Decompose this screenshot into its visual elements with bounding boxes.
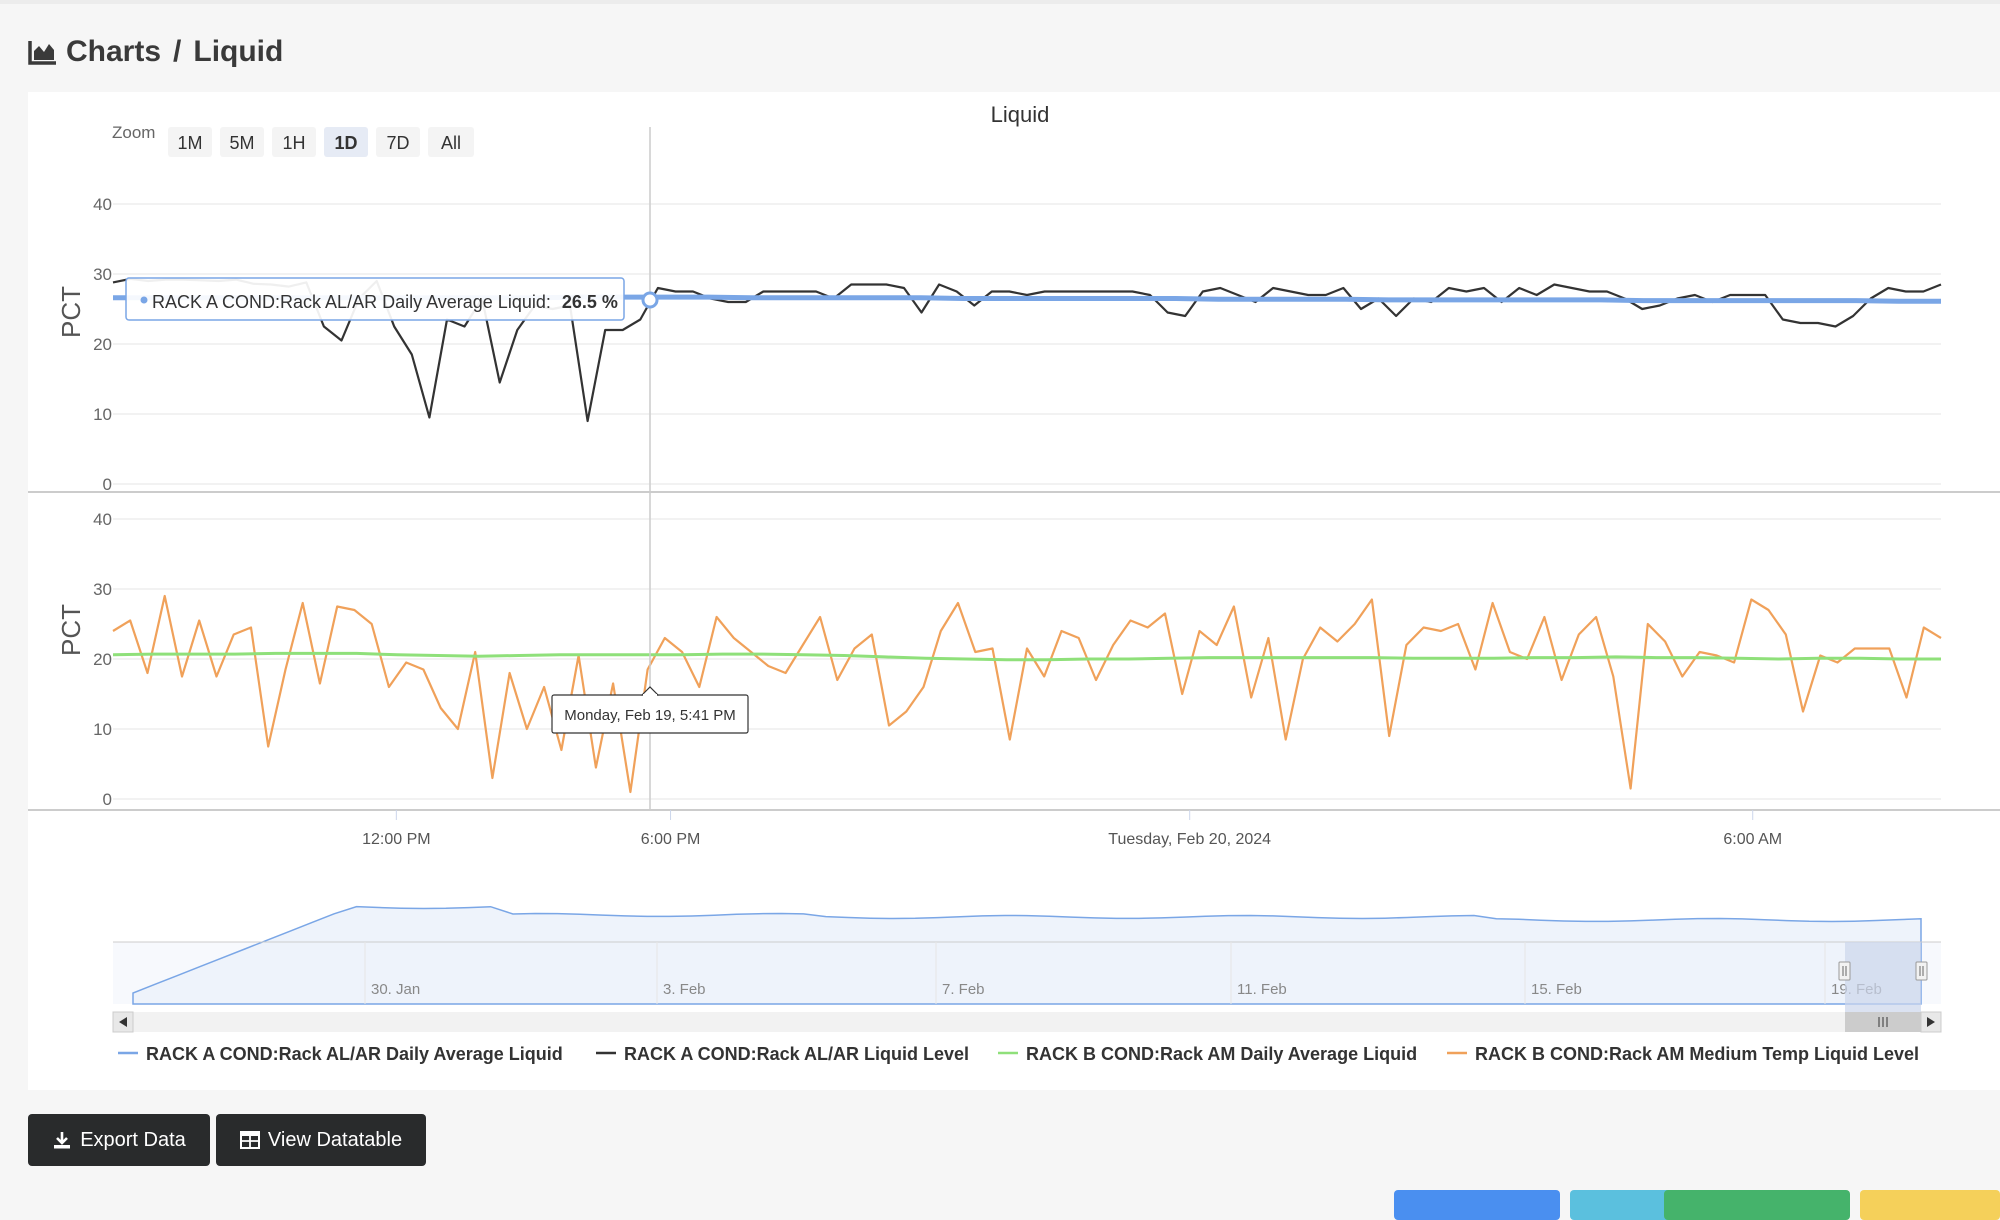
table-icon: [239, 1131, 260, 1149]
zoom-option-label: 1H: [282, 133, 305, 153]
x-axis: 12:00 PM 6:00 PM Tuesday, Feb 20, 2024 6:00…: [362, 810, 1782, 848]
y-tick-label: 40: [93, 510, 112, 529]
view-datatable-label: View Datatable: [267, 1128, 403, 1151]
x-tick-label: 12:00 PM: [362, 831, 430, 848]
navigator-handle-left[interactable]: [1838, 961, 1851, 981]
area-chart-icon: [28, 41, 56, 65]
x-tick-label: 6:00 PM: [641, 831, 701, 848]
y-tick-label: 30: [93, 580, 112, 599]
breadcrumb-separator: /: [173, 35, 182, 68]
navigator-handle-right[interactable]: [1915, 961, 1928, 981]
legend-item-0[interactable]: RACK A COND:Rack AL/AR Daily Average Liq…: [118, 1044, 563, 1064]
zoom-all-button[interactable]: All: [428, 127, 474, 157]
breadcrumb: Charts / Liquid: [28, 32, 283, 72]
tooltip-value: 26.5 %: [562, 292, 618, 312]
top-border: [0, 0, 2000, 4]
legend-item-2[interactable]: RACK B COND:Rack AM Daily Average Liquid: [998, 1044, 1417, 1064]
y-tick-label: 30: [93, 265, 112, 284]
pane1-ylabel: PCT: [56, 286, 86, 338]
zoom-1m-button[interactable]: 1M: [168, 127, 212, 157]
y-tick-label: 10: [93, 720, 112, 739]
zoom-option-label: 1M: [177, 133, 202, 153]
y-tick-label: 10: [93, 405, 112, 424]
navigator[interactable]: 30. Jan3. Feb7. Feb11. Feb15. Feb19. Feb: [113, 905, 1941, 1012]
legend-label: RACK B COND:Rack AM Medium Temp Liquid L…: [1475, 1044, 1919, 1064]
series-lines: [112, 277, 1942, 794]
navigator-tick-label: 11. Feb: [1237, 981, 1287, 998]
legend: RACK A COND:Rack AL/AR Daily Average Liq…: [118, 1044, 1919, 1064]
export-data-label: Export Data: [80, 1128, 186, 1151]
zoom-option-label: 7D: [386, 133, 409, 153]
y-tick-label: 40: [93, 195, 112, 214]
view-datatable-button[interactable]: View Datatable: [216, 1114, 426, 1166]
zoom-option-label: All: [441, 133, 461, 153]
navigator-tick-label: 30. Jan: [371, 981, 420, 998]
zoom-1h-button[interactable]: 1H: [272, 127, 316, 157]
navigator-tick-label: 15. Feb: [1531, 981, 1582, 998]
navigator-tick-label: 7. Feb: [942, 981, 985, 998]
legend-label: RACK B COND:Rack AM Daily Average Liquid: [1026, 1044, 1417, 1064]
series-tooltip: RACK A COND:Rack AL/AR Daily Average Liq…: [125, 277, 625, 321]
tooltip-marker: [641, 291, 659, 309]
export-data-button[interactable]: Export Data: [28, 1114, 210, 1166]
navigator-scrollbar[interactable]: [112, 1011, 1942, 1033]
series-line-3: [112, 594, 1942, 794]
zoom-1d-button[interactable]: 1D: [324, 127, 368, 157]
zoom-label: Zoom: [112, 123, 155, 142]
legend-label: RACK A COND:Rack AL/AR Liquid Level: [624, 1044, 969, 1064]
navigator-tick-label: 3. Feb: [663, 981, 706, 998]
zoom-5m-button[interactable]: 5M: [220, 127, 264, 157]
zoom-option-label: 5M: [229, 133, 254, 153]
tooltip-date: Monday, Feb 19, 5:41 PM: [564, 707, 735, 724]
y-tick-label: 20: [93, 335, 112, 354]
legend-item-3[interactable]: RACK B COND:Rack AM Medium Temp Liquid L…: [1447, 1044, 1919, 1064]
zoom-7d-button[interactable]: 7D: [376, 127, 420, 157]
zoom-option-label: 1D: [334, 133, 357, 153]
x-tick-label: 6:00 AM: [1723, 831, 1782, 848]
y-tick-label: 20: [93, 650, 112, 669]
x-tick-label: Tuesday, Feb 20, 2024: [1108, 831, 1271, 848]
warning-button[interactable]: [1860, 1190, 2000, 1220]
tooltip-series: RACK A COND:Rack AL/AR Daily Average Liq…: [152, 292, 551, 312]
legend-item-1[interactable]: RACK A COND:Rack AL/AR Liquid Level: [596, 1044, 969, 1064]
navigator-selection[interactable]: [1845, 942, 1921, 1012]
pane2-ylabel: PCT: [56, 604, 86, 656]
zoom-buttons: 1M 5M 1H 1D 7D All: [168, 127, 474, 157]
breadcrumb-current: Liquid: [193, 35, 284, 68]
date-tooltip: Monday, Feb 19, 5:41 PM: [551, 686, 749, 734]
download-icon: [54, 1132, 71, 1149]
y-tick-label: 0: [103, 790, 112, 809]
chart-card: Liquid Zoom 1M 5M 1H 1D 7D All 0 10 20 30 40 0 10 20…: [28, 92, 2000, 1090]
add-button[interactable]: [1394, 1190, 1560, 1220]
breadcrumb-root[interactable]: Charts: [66, 35, 161, 69]
chart-title: Liquid: [991, 102, 1050, 127]
save-button[interactable]: [1664, 1190, 1850, 1220]
svg-text:RACK A COND:Rack AL/AR Daily A: RACK A COND:Rack AL/AR Daily Average Liq…: [152, 292, 618, 312]
legend-label: RACK A COND:Rack AL/AR Daily Average Liq…: [146, 1044, 563, 1064]
liquid-chart: Liquid Zoom 1M 5M 1H 1D 7D All 01020304001020…: [28, 102, 2000, 1064]
